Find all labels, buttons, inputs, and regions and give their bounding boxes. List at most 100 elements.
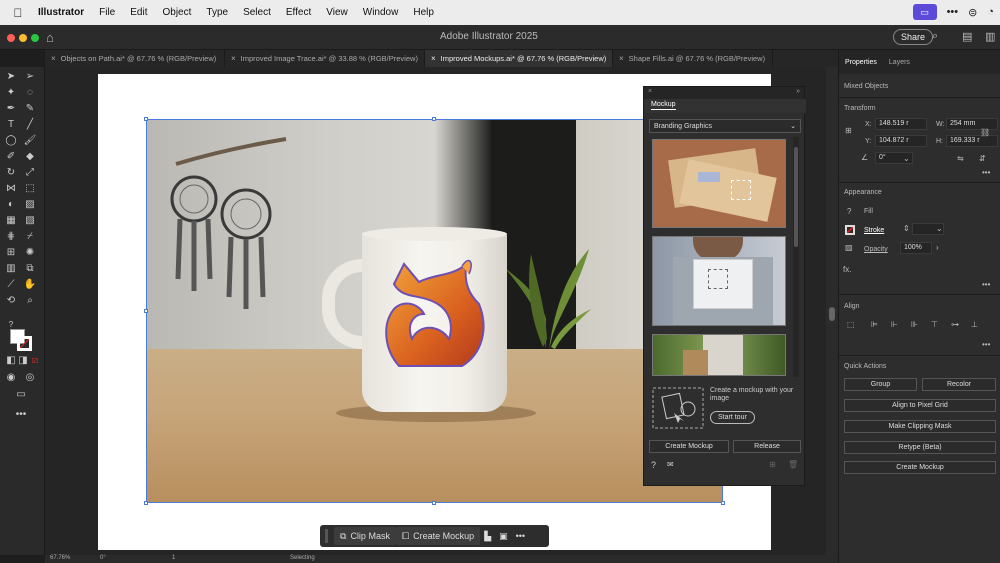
make-clipping-mask-button[interactable]: Make Clipping Mask <box>844 420 996 433</box>
panel-header[interactable]: × » <box>644 87 804 99</box>
chevron-down-icon[interactable]: ⌄ <box>936 224 943 233</box>
mockup-thumbnail-envelope[interactable] <box>652 139 786 228</box>
perspective-grid-icon[interactable]: ▦ <box>4 215 18 227</box>
hand-tool-icon[interactable]: ✋ <box>23 279 37 291</box>
chevron-down-icon[interactable]: ⌄ <box>903 154 910 163</box>
rotate-view-icon[interactable]: ⟲ <box>4 295 18 307</box>
stroke-swatch-icon[interactable] <box>845 225 855 235</box>
more-icon[interactable]: ••• <box>947 6 959 18</box>
height-field[interactable]: 169.333 r <box>946 135 998 147</box>
paintbrush-icon[interactable]: 🖌 <box>23 135 37 147</box>
type-tool-icon[interactable]: T <box>4 119 18 131</box>
gradient-tool-icon[interactable]: ▧ <box>23 215 37 227</box>
tab-improved-image-trace[interactable]: × Improved Image Trace.ai* @ 33.88 % (RGB… <box>225 50 425 67</box>
panel-toggle-icon[interactable]: ▥ <box>985 30 995 43</box>
reference-point-icon[interactable]: ⊞ <box>845 126 852 135</box>
zoom-window-button[interactable] <box>31 34 39 42</box>
mesh-tool-icon[interactable]: ⋕ <box>4 231 18 243</box>
constrain-proportions-icon[interactable]: ⛓ <box>980 128 990 137</box>
feedback-icon[interactable]: ✉ <box>667 460 674 469</box>
drag-handle-icon[interactable] <box>325 529 328 543</box>
clock-icon[interactable]: ◔ <box>987 6 994 18</box>
align-left-icon[interactable]: ⊫ <box>871 320 878 329</box>
vertical-scrollbar[interactable] <box>826 67 838 555</box>
tab-mockup[interactable]: Mockup <box>644 99 806 113</box>
menu-help[interactable]: Help <box>413 7 434 18</box>
help-icon[interactable]: ? <box>651 460 656 470</box>
collapse-panel-icon[interactable]: » <box>796 88 800 95</box>
thumbnail-scrollbar[interactable] <box>793 137 799 377</box>
shaper-tool-icon[interactable]: ✐ <box>4 151 18 163</box>
width-field[interactable]: 254 mm <box>946 118 998 130</box>
fill-stroke-swatch[interactable] <box>10 329 32 351</box>
edit-toolbar-icon[interactable]: ••• <box>14 409 28 421</box>
tab-layers[interactable]: Layers <box>883 59 916 66</box>
menu-effect[interactable]: Effect <box>286 7 311 18</box>
flip-horizontal-icon[interactable]: ⇋ <box>957 154 964 163</box>
menu-type[interactable]: Type <box>206 7 228 18</box>
artboard-number[interactable]: 1 <box>172 555 175 561</box>
tab-shape-fills[interactable]: × Shape Fills.ai @ 67.76 % (RGB/Preview) <box>613 50 773 67</box>
workspace-icon[interactable]: ▤ <box>962 30 972 43</box>
more-options-icon[interactable]: ••• <box>516 531 525 541</box>
stepper-icon[interactable]: ⇕ <box>903 224 910 233</box>
delete-icon[interactable]: 🗑 <box>788 460 798 469</box>
align-bottom-icon[interactable]: ⊥ <box>971 320 978 329</box>
opacity-label[interactable]: Opacity <box>864 246 888 253</box>
chevron-right-icon[interactable]: › <box>936 243 939 252</box>
graph-tool-icon[interactable]: ▥ <box>4 263 18 275</box>
align-middle-v-icon[interactable]: ⊶ <box>951 320 959 329</box>
control-center-icon[interactable]: ⊜ <box>968 6 977 19</box>
ellipse-tool-icon[interactable]: ◯ <box>4 135 18 147</box>
menu-select[interactable]: Select <box>243 7 271 18</box>
resize-handle-tc[interactable] <box>432 117 436 121</box>
align-top-icon[interactable]: ⊤ <box>931 320 938 329</box>
start-tour-button[interactable]: Start tour <box>710 411 755 424</box>
tab-improved-mockups[interactable]: × Improved Mockups.ai* @ 67.76 % (RGB/Pre… <box>425 50 613 67</box>
width-tool-icon[interactable]: ⋈ <box>4 183 18 195</box>
y-field[interactable]: 104.872 r <box>875 135 927 147</box>
app-menu[interactable]: Illustrator <box>38 7 84 18</box>
rotate-tool-icon[interactable]: ↻ <box>4 167 18 179</box>
create-mockup-quick-button[interactable]: Create Mockup <box>844 461 996 474</box>
more-options-icon[interactable]: ••• <box>982 340 990 349</box>
lasso-icon[interactable]: ◌ <box>23 87 37 99</box>
free-transform-icon[interactable]: ⬚ <box>23 183 37 195</box>
resize-handle-br[interactable] <box>721 501 725 505</box>
align-to-icon[interactable]: ⬚ <box>847 320 855 329</box>
scale-tool-icon[interactable]: ⤢ <box>23 167 37 179</box>
tab-properties[interactable]: Properties <box>839 59 883 66</box>
close-tab-icon[interactable]: × <box>431 54 436 63</box>
resize-handle-tl[interactable] <box>144 117 148 121</box>
x-field[interactable]: 148.519 r <box>875 118 927 130</box>
screen-mode-icon[interactable]: ▭ <box>14 389 28 401</box>
arrange-icon[interactable]: ▣ <box>499 531 508 542</box>
more-options-icon[interactable]: ••• <box>982 168 990 177</box>
opacity-field[interactable]: 100% <box>900 242 932 254</box>
close-tab-icon[interactable]: × <box>231 54 236 63</box>
create-mockup-context-button[interactable]: ⧠ Create Mockup <box>395 527 481 545</box>
release-button[interactable]: Release <box>733 440 801 453</box>
fill-swatch-icon[interactable]: ? <box>847 207 851 216</box>
flip-vertical-icon[interactable]: ⇵ <box>979 154 986 163</box>
retype-button[interactable]: Retype (Beta) <box>844 441 996 454</box>
share-button[interactable]: Share <box>893 29 934 45</box>
align-to-pixel-grid-button[interactable]: Align to Pixel Grid <box>844 399 996 412</box>
close-tab-icon[interactable]: × <box>619 54 624 63</box>
menu-object[interactable]: Object <box>162 7 191 18</box>
close-window-button[interactable] <box>7 34 15 42</box>
resize-handle-ml[interactable] <box>144 309 148 313</box>
more-options-icon[interactable]: ••• <box>982 280 990 289</box>
draw-mode-icon[interactable]: ◉ <box>4 372 18 384</box>
search-icon[interactable]: ⌕ <box>932 30 938 43</box>
direct-selection-tool-icon[interactable]: ➢ <box>23 71 37 83</box>
selection-bounding-box[interactable] <box>146 119 723 503</box>
selection-tool-icon[interactable]: ➤ <box>4 71 18 83</box>
stroke-label[interactable]: Stroke <box>864 227 884 234</box>
none-mode-icon[interactable]: ⧄ <box>28 355 42 367</box>
tab-objects-on-path[interactable]: × Objects on Path.ai* @ 67.76 % (RGB/Prev… <box>45 50 225 67</box>
scrollbar-thumb[interactable] <box>794 147 798 247</box>
menu-edit[interactable]: Edit <box>130 7 147 18</box>
pen-tool-icon[interactable]: ✒ <box>4 103 18 115</box>
mockup-thumbnail-card[interactable] <box>652 236 786 326</box>
